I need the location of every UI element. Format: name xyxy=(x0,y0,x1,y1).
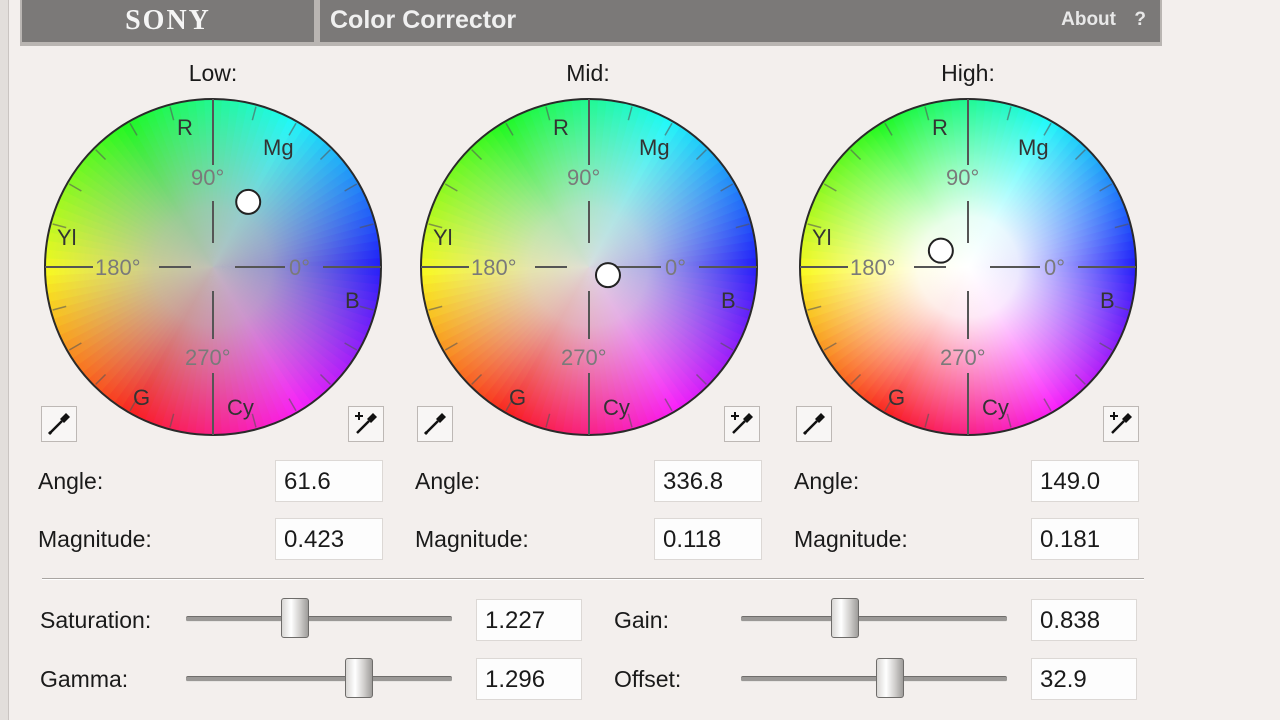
eyedropper-icon xyxy=(423,413,446,436)
gain-slider-thumb[interactable] xyxy=(830,598,859,638)
panel-left-edge xyxy=(0,0,9,720)
saturation-label: Saturation: xyxy=(40,607,152,633)
high-magnitude-label: Magnitude: xyxy=(794,526,908,552)
offset-slider-track[interactable] xyxy=(741,676,1007,682)
saturation-slider-thumb[interactable] xyxy=(281,598,310,638)
gain-slider-track[interactable] xyxy=(741,616,1007,622)
low-color-wheel[interactable]: R Mg Yl B G Cy 90° 180° 0° 270° xyxy=(43,97,383,437)
high-pick-color-button[interactable] xyxy=(796,406,832,442)
mid-magnitude-input[interactable]: 0.118 xyxy=(654,518,762,560)
wheel-handle[interactable] xyxy=(235,188,262,215)
gamma-slider-track[interactable] xyxy=(186,676,452,682)
low-magnitude-input[interactable]: 0.423 xyxy=(275,518,383,560)
wheel-label-green: G xyxy=(888,385,905,410)
wheel-label-magenta: Mg xyxy=(1018,135,1049,160)
eyedropper-plus-icon xyxy=(1110,412,1132,434)
wheel-label-90: 90° xyxy=(946,165,979,190)
eyedropper-icon xyxy=(802,413,825,436)
low-pick-color-plus-button[interactable] xyxy=(348,406,384,442)
wheel-label-180: 180° xyxy=(850,255,896,280)
about-link[interactable]: About xyxy=(1061,9,1116,31)
wheel-label-red: R xyxy=(553,115,569,140)
wheel-label-red: R xyxy=(932,115,948,140)
wheel-label-90: 90° xyxy=(567,165,600,190)
plugin-title-bar: Color Corrector About ? xyxy=(320,0,1160,42)
wheel-handle[interactable] xyxy=(594,262,621,289)
wheel-label-blue: B xyxy=(1100,288,1115,313)
gain-input[interactable]: 0.838 xyxy=(1031,599,1137,641)
low-pick-color-button[interactable] xyxy=(41,406,77,442)
low-angle-label: Angle: xyxy=(38,468,104,494)
wheel-label-green: G xyxy=(509,385,526,410)
mid-wheel-title: Mid: xyxy=(566,60,610,86)
wheel-label-270: 270° xyxy=(185,345,231,370)
wheel-handle[interactable] xyxy=(927,237,954,264)
wheel-label-blue: B xyxy=(721,288,736,313)
high-wheel-title: High: xyxy=(941,60,995,86)
section-divider xyxy=(42,578,1144,580)
wheel-label-180: 180° xyxy=(471,255,517,280)
mid-pick-color-button[interactable] xyxy=(417,406,453,442)
brand-name: SONY xyxy=(125,5,211,36)
wheel-label-180: 180° xyxy=(95,255,141,280)
mid-pick-color-plus-button[interactable] xyxy=(724,406,760,442)
low-magnitude-label: Magnitude: xyxy=(38,526,152,552)
gamma-input[interactable]: 1.296 xyxy=(476,658,582,700)
wheel-label-green: G xyxy=(133,385,150,410)
brand-logo: SONY xyxy=(22,0,314,42)
wheel-label-270: 270° xyxy=(561,345,607,370)
high-angle-input[interactable]: 149.0 xyxy=(1031,460,1139,502)
wheel-label-cyan: Cy xyxy=(227,395,254,420)
help-icon[interactable]: ? xyxy=(1134,9,1146,31)
wheel-label-yellow: Yl xyxy=(57,225,77,250)
offset-label: Offset: xyxy=(614,666,682,692)
offset-input[interactable]: 32.9 xyxy=(1031,658,1137,700)
wheel-label-0: 0° xyxy=(665,255,686,280)
wheel-label-0: 0° xyxy=(289,255,310,280)
wheel-label-magenta: Mg xyxy=(639,135,670,160)
wheel-label-90: 90° xyxy=(191,165,224,190)
eyedropper-plus-icon xyxy=(355,412,377,434)
high-pick-color-plus-button[interactable] xyxy=(1103,406,1139,442)
mid-magnitude-label: Magnitude: xyxy=(415,526,529,552)
wheel-label-cyan: Cy xyxy=(603,395,630,420)
plugin-title: Color Corrector xyxy=(330,6,517,34)
gamma-label: Gamma: xyxy=(40,666,129,692)
low-wheel-title: Low: xyxy=(188,60,238,86)
saturation-slider-track[interactable] xyxy=(186,616,452,622)
wheel-label-blue: B xyxy=(345,288,360,313)
low-angle-input[interactable]: 61.6 xyxy=(275,460,383,502)
wheel-label-magenta: Mg xyxy=(263,135,294,160)
mid-angle-label: Angle: xyxy=(415,468,481,494)
gain-label: Gain: xyxy=(614,607,669,633)
wheel-label-yellow: Yl xyxy=(812,225,832,250)
high-magnitude-input[interactable]: 0.181 xyxy=(1031,518,1139,560)
eyedropper-icon xyxy=(47,413,70,436)
saturation-input[interactable]: 1.227 xyxy=(476,599,582,641)
wheel-label-270: 270° xyxy=(940,345,986,370)
wheel-label-yellow: Yl xyxy=(433,225,453,250)
wheel-label-0: 0° xyxy=(1044,255,1065,280)
mid-color-wheel[interactable]: R Mg Yl B G Cy 90° 180° 0° 270° xyxy=(419,97,759,437)
wheel-label-cyan: Cy xyxy=(982,395,1009,420)
gamma-slider-thumb[interactable] xyxy=(344,658,373,698)
high-color-wheel[interactable]: R Mg Yl B G Cy 90° 180° 0° 270° xyxy=(798,97,1138,437)
eyedropper-plus-icon xyxy=(731,412,753,434)
high-angle-label: Angle: xyxy=(794,468,860,494)
mid-angle-input[interactable]: 336.8 xyxy=(654,460,762,502)
wheel-label-red: R xyxy=(177,115,193,140)
offset-slider-thumb[interactable] xyxy=(875,658,904,698)
